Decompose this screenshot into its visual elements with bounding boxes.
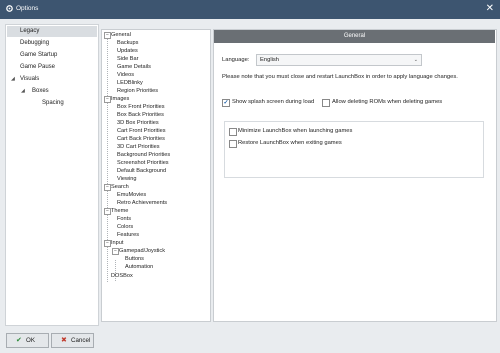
tree-item-buttons[interactable]: Buttons bbox=[125, 255, 144, 263]
nav-item-label: Legacy bbox=[20, 28, 40, 34]
nav-item-game-startup[interactable]: Game Startup bbox=[7, 50, 97, 61]
tree-item-theme[interactable]: Theme bbox=[111, 207, 128, 215]
tree-item-background-priorities[interactable]: Background Priorities bbox=[117, 151, 170, 159]
close-icon[interactable]: ✕ bbox=[486, 3, 494, 15]
tree-item-viewing[interactable]: Viewing bbox=[117, 175, 137, 183]
section-header: General bbox=[214, 30, 495, 43]
restore-on-exit-checkbox[interactable] bbox=[229, 140, 237, 148]
tree-item-game-details[interactable]: Game Details bbox=[117, 63, 151, 71]
tree-item-box-front-priorities[interactable]: Box Front Priorities bbox=[117, 103, 165, 111]
tree-item-screenshot-priorities[interactable]: Screenshot Priorities bbox=[117, 159, 169, 167]
tree-item-default-background[interactable]: Default Background bbox=[117, 167, 166, 175]
cancel-icon: ✖ bbox=[61, 337, 67, 344]
tree-item-backups[interactable]: Backups bbox=[117, 39, 138, 47]
tree-item-updates[interactable]: Updates bbox=[117, 47, 138, 55]
nav-item-debugging[interactable]: Debugging bbox=[7, 38, 97, 49]
collapse-icon[interactable]: − bbox=[104, 32, 111, 39]
expand-arrow-icon[interactable]: ◢ bbox=[11, 74, 15, 85]
minimize-on-launch-checkbox[interactable] bbox=[229, 128, 237, 136]
splash-screen-checkbox[interactable]: ✓ bbox=[222, 99, 230, 107]
splash-screen-label: Show splash screen during load bbox=[232, 99, 315, 105]
nav-item-spacing[interactable]: Spacing bbox=[7, 98, 97, 109]
tree-item-dosbox[interactable]: DOSBox bbox=[111, 272, 133, 280]
collapse-icon[interactable]: − bbox=[104, 208, 111, 215]
nav-item-label: Spacing bbox=[42, 100, 64, 106]
language-value: English bbox=[260, 57, 280, 63]
tree-item-gamepad-joystick[interactable]: Gamepad/Joystick bbox=[119, 247, 165, 255]
check-icon: ✔ bbox=[16, 337, 22, 344]
tree-item-3d-box-priorities[interactable]: 3D Box Priorities bbox=[117, 119, 159, 127]
nav-item-label: Visuals bbox=[20, 76, 40, 82]
collapse-icon[interactable]: − bbox=[112, 248, 119, 255]
tree-item-side-bar[interactable]: Side Bar bbox=[117, 55, 138, 63]
tree-item-ledblinky[interactable]: LEDBlinky bbox=[117, 79, 143, 87]
nav-item-label: Game Startup bbox=[20, 52, 58, 58]
tree-item-search[interactable]: Search bbox=[111, 183, 129, 191]
tree-item-general[interactable]: General bbox=[111, 31, 131, 39]
nav-item-legacy[interactable]: Legacy bbox=[7, 26, 97, 37]
tree-item-retro-achievements[interactable]: Retro Achievements bbox=[117, 199, 167, 207]
window-title: Options bbox=[16, 5, 39, 12]
cancel-button-label: Cancel bbox=[71, 337, 91, 344]
minimize-on-launch-label: Minimize LaunchBox when launching games bbox=[238, 128, 353, 134]
nav-item-label: Debugging bbox=[20, 40, 50, 46]
left-nav: Legacy Debugging Game Startup Game Pause… bbox=[5, 24, 99, 326]
tree-item-emumovies[interactable]: EmuMovies bbox=[117, 191, 146, 199]
allow-delete-roms-label: Allow deleting ROMs when deleting games bbox=[332, 99, 443, 105]
ok-button[interactable]: ✔ OK bbox=[6, 333, 49, 348]
expand-arrow-icon[interactable]: ◢ bbox=[21, 86, 25, 97]
tree-item-fonts[interactable]: Fonts bbox=[117, 215, 131, 223]
collapse-icon[interactable]: − bbox=[104, 184, 111, 191]
tree-item-region-priorities[interactable]: Region Priorities bbox=[117, 87, 158, 95]
tree-item-features[interactable]: Features bbox=[117, 231, 139, 239]
tree-item-images[interactable]: Images bbox=[111, 95, 129, 103]
tree-item-automation[interactable]: Automation bbox=[125, 263, 153, 271]
tree-item-box-back-priorities[interactable]: Box Back Priorities bbox=[117, 111, 164, 119]
window-titlebar: Options ✕ bbox=[0, 0, 500, 19]
chevron-down-icon: ⌄ bbox=[413, 57, 418, 63]
nav-item-label: Game Pause bbox=[20, 64, 56, 70]
collapse-icon[interactable]: − bbox=[104, 96, 111, 103]
options-tree: − General Backups Updates Side Bar Game … bbox=[101, 29, 211, 322]
tree-item-videos[interactable]: Videos bbox=[117, 71, 134, 79]
settings-icon bbox=[6, 5, 13, 12]
tree-item-cart-front-priorities[interactable]: Cart Front Priorities bbox=[117, 127, 166, 135]
tree-item-input[interactable]: Input bbox=[111, 239, 123, 247]
language-restart-notice: Please note that you must close and rest… bbox=[222, 74, 458, 80]
nav-item-visuals[interactable]: ◢ Visuals bbox=[7, 74, 97, 85]
nav-item-game-pause[interactable]: Game Pause bbox=[7, 62, 97, 73]
nav-item-boxes[interactable]: ◢ Boxes bbox=[7, 86, 97, 97]
language-label: Language: bbox=[222, 57, 250, 63]
collapse-icon[interactable]: − bbox=[104, 240, 111, 247]
language-select[interactable]: English ⌄ bbox=[256, 54, 422, 66]
nav-item-label: Boxes bbox=[32, 88, 49, 94]
tree-item-cart-back-priorities[interactable]: Cart Back Priorities bbox=[117, 135, 165, 143]
tree-item-colors[interactable]: Colors bbox=[117, 223, 133, 231]
restore-on-exit-label: Restore LaunchBox when exiting games bbox=[238, 140, 342, 146]
ok-button-label: OK bbox=[26, 337, 35, 344]
allow-delete-roms-checkbox[interactable] bbox=[322, 99, 330, 107]
tree-item-3d-cart-priorities[interactable]: 3D Cart Priorities bbox=[117, 143, 160, 151]
cancel-button[interactable]: ✖ Cancel bbox=[51, 333, 94, 348]
